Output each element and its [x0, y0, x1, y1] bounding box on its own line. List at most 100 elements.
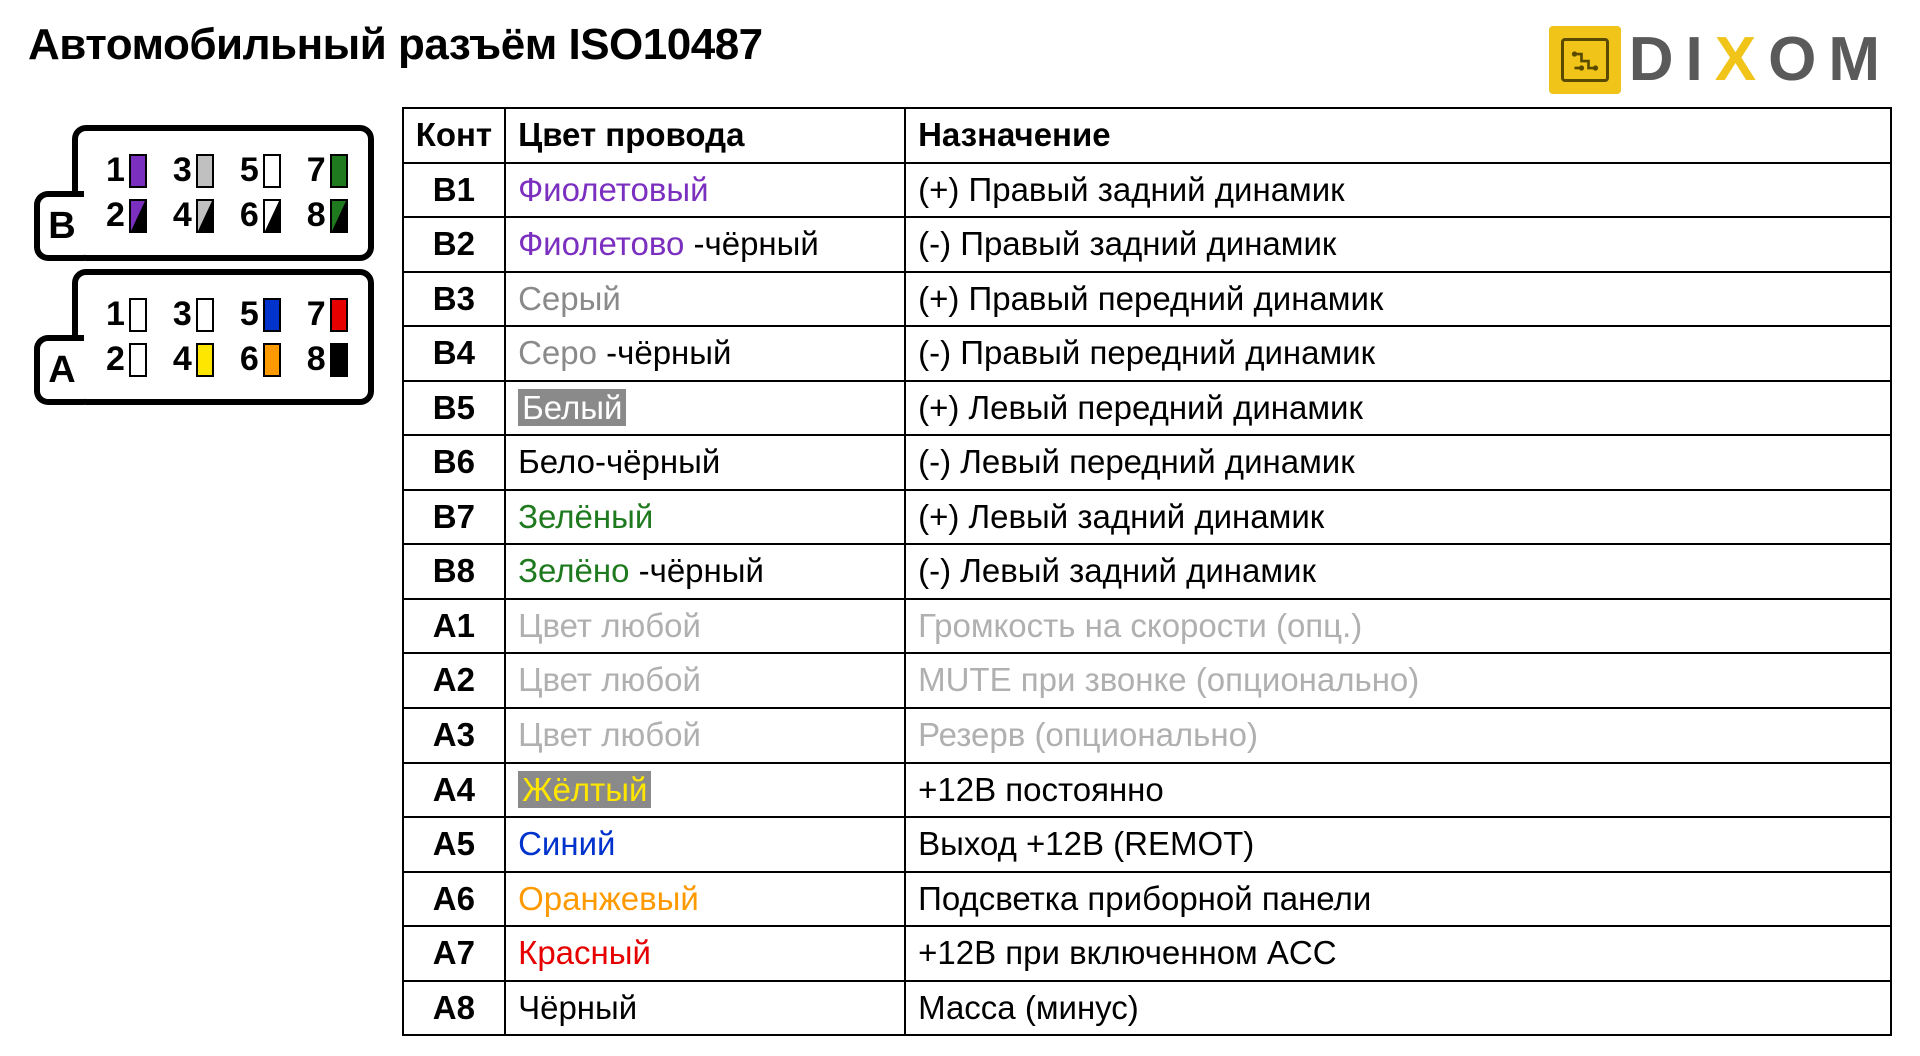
- table-row: A7Красный+12В при включенном ACC: [403, 926, 1891, 981]
- cell-func: Резерв (опционально): [905, 708, 1891, 763]
- pin-swatch-icon: [330, 343, 348, 377]
- connector-pin: 3: [173, 295, 214, 334]
- cell-func: Выход +12В (REMOT): [905, 817, 1891, 872]
- connector-pin: 6: [240, 196, 281, 235]
- connector-block-b: B 1357 2468: [72, 125, 374, 261]
- table-row: A1Цвет любойГромкость на скорости (опц.): [403, 599, 1891, 654]
- connector-pin: 8: [307, 340, 348, 379]
- connector-pin: 4: [173, 340, 214, 379]
- cell-func: (-) Левый передний динамик: [905, 435, 1891, 490]
- col-header-pin: Конт: [403, 108, 505, 163]
- connector-pin: 2: [106, 340, 147, 379]
- table-row: A4Жёлтый+12В постоянно: [403, 763, 1891, 818]
- cell-color: Серый: [505, 272, 905, 327]
- cell-pin: B5: [403, 381, 505, 436]
- cell-func: (-) Левый задний динамик: [905, 544, 1891, 599]
- cell-pin: B8: [403, 544, 505, 599]
- cell-pin: A4: [403, 763, 505, 818]
- cell-pin: A5: [403, 817, 505, 872]
- cell-pin: A8: [403, 981, 505, 1036]
- cell-color: Оранжевый: [505, 872, 905, 927]
- table-row: B5Белый(+) Левый передний динамик: [403, 381, 1891, 436]
- pin-swatch-icon: [263, 343, 281, 377]
- col-header-func: Назначение: [905, 108, 1891, 163]
- cell-color: Фиолетовый: [505, 163, 905, 218]
- connector-pin: 4: [173, 196, 214, 235]
- chip-icon: [1549, 26, 1621, 94]
- cell-color: Жёлтый: [505, 763, 905, 818]
- cell-func: (+) Левый задний динамик: [905, 490, 1891, 545]
- pin-swatch-icon: [330, 199, 348, 233]
- pin-swatch-icon: [196, 343, 214, 377]
- cell-func: (+) Правый передний динамик: [905, 272, 1891, 327]
- cell-color: Зелёно -чёрный: [505, 544, 905, 599]
- cell-func: (-) Правый передний динамик: [905, 326, 1891, 381]
- table-row: A3Цвет любойРезерв (опционально): [403, 708, 1891, 763]
- pin-swatch-icon: [263, 154, 281, 188]
- pin-swatch-icon: [330, 154, 348, 188]
- connector-pin: 8: [307, 196, 348, 235]
- cell-color: Красный: [505, 926, 905, 981]
- cell-pin: B3: [403, 272, 505, 327]
- pin-swatch-icon: [196, 199, 214, 233]
- block-label-b: B: [34, 191, 84, 261]
- table-row: B4Серо -чёрный(-) Правый передний динами…: [403, 326, 1891, 381]
- connector-pin: 2: [106, 196, 147, 235]
- table-row: B1Фиолетовый(+) Правый задний динамик: [403, 163, 1891, 218]
- cell-pin: B6: [403, 435, 505, 490]
- brand-logo: DIXOM: [1549, 24, 1892, 95]
- table-row: B7Зелёный(+) Левый задний динамик: [403, 490, 1891, 545]
- pin-swatch-icon: [330, 298, 348, 332]
- block-label-a: A: [34, 335, 84, 405]
- pin-swatch-icon: [129, 199, 147, 233]
- connector-block-a: A 1357 2468: [72, 269, 374, 405]
- cell-color: Зелёный: [505, 490, 905, 545]
- cell-func: Громкость на скорости (опц.): [905, 599, 1891, 654]
- cell-pin: A7: [403, 926, 505, 981]
- pin-swatch-icon: [129, 154, 147, 188]
- table-row: A6ОранжевыйПодсветка приборной панели: [403, 872, 1891, 927]
- connector-pin: 1: [106, 295, 147, 334]
- cell-func: Подсветка приборной панели: [905, 872, 1891, 927]
- cell-pin: B4: [403, 326, 505, 381]
- cell-color: Цвет любой: [505, 599, 905, 654]
- cell-color: Цвет любой: [505, 653, 905, 708]
- pin-swatch-icon: [263, 298, 281, 332]
- table-row: A8ЧёрныйМасса (минус): [403, 981, 1891, 1036]
- cell-pin: B7: [403, 490, 505, 545]
- cell-func: +12В постоянно: [905, 763, 1891, 818]
- connector-pin: 7: [307, 295, 348, 334]
- cell-pin: A3: [403, 708, 505, 763]
- connector-pin: 3: [173, 151, 214, 190]
- cell-color: Фиолетово -чёрный: [505, 217, 905, 272]
- table-row: B6Бело-чёрный(-) Левый передний динамик: [403, 435, 1891, 490]
- cell-func: (-) Правый задний динамик: [905, 217, 1891, 272]
- pin-swatch-icon: [129, 343, 147, 377]
- cell-pin: B1: [403, 163, 505, 218]
- cell-pin: A2: [403, 653, 505, 708]
- connector-diagram: B 1357 2468 A 1357 2468: [72, 125, 374, 413]
- pin-swatch-icon: [196, 298, 214, 332]
- connector-pin: 5: [240, 295, 281, 334]
- col-header-color: Цвет провода: [505, 108, 905, 163]
- page-title: Автомобильный разъём ISO10487: [28, 20, 763, 70]
- cell-func: +12В при включенном ACC: [905, 926, 1891, 981]
- cell-func: (+) Правый задний динамик: [905, 163, 1891, 218]
- table-row: B3Серый(+) Правый передний динамик: [403, 272, 1891, 327]
- cell-pin: B2: [403, 217, 505, 272]
- cell-color: Белый: [505, 381, 905, 436]
- connector-pin: 6: [240, 340, 281, 379]
- cell-func: (+) Левый передний динамик: [905, 381, 1891, 436]
- pinout-table: Конт Цвет провода Назначение B1Фиолетовы…: [402, 107, 1892, 1036]
- cell-color: Серо -чёрный: [505, 326, 905, 381]
- cell-func: MUTE при звонке (опционально): [905, 653, 1891, 708]
- connector-pin: 7: [307, 151, 348, 190]
- pin-swatch-icon: [129, 298, 147, 332]
- cell-color: Синий: [505, 817, 905, 872]
- connector-pin: 1: [106, 151, 147, 190]
- cell-pin: A6: [403, 872, 505, 927]
- table-row: A2Цвет любойMUTE при звонке (опционально…: [403, 653, 1891, 708]
- connector-pin: 5: [240, 151, 281, 190]
- cell-color: Чёрный: [505, 981, 905, 1036]
- brand-text: DIXOM: [1629, 24, 1892, 95]
